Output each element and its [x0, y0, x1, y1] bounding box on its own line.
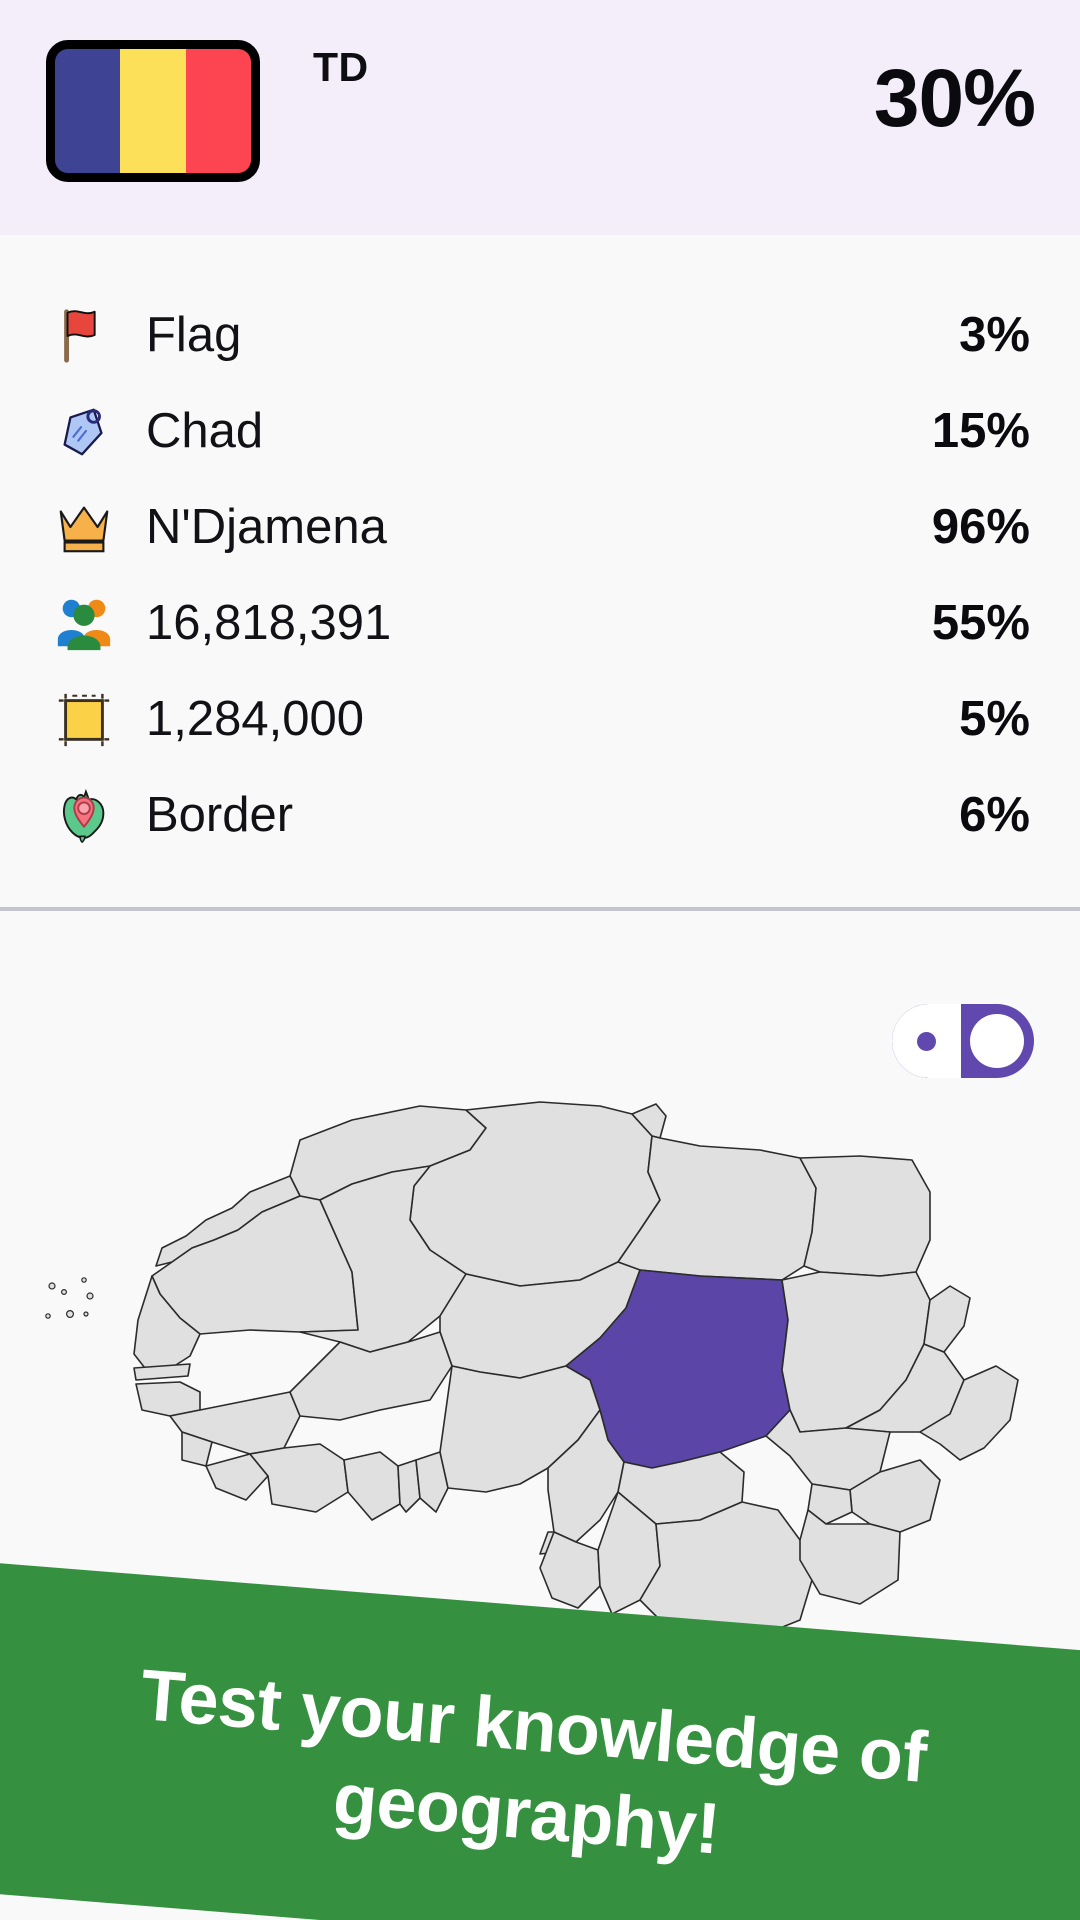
- promo-banner-text: Test your knowledge of geography!: [29, 1644, 1030, 1898]
- stat-percent: 3%: [959, 307, 1030, 363]
- stat-percent: 96%: [932, 499, 1030, 555]
- region-gabon: [540, 1532, 600, 1608]
- stat-label: Chad: [146, 403, 932, 459]
- map-style-toggle[interactable]: [892, 1004, 1034, 1078]
- region-cape-verde-1: [49, 1283, 55, 1289]
- toggle-knob[interactable]: [970, 1014, 1024, 1068]
- stat-label: 16,818,391: [146, 595, 932, 651]
- region-cape-verde-4: [87, 1293, 93, 1299]
- people-group-icon: [46, 585, 122, 661]
- stat-label: Border: [146, 787, 959, 843]
- region-guinea-bissau: [136, 1382, 200, 1416]
- stat-percent: 15%: [932, 403, 1030, 459]
- stat-percent: 55%: [932, 595, 1030, 651]
- africa-map[interactable]: [0, 1080, 1080, 1640]
- region-cape-verde-7: [84, 1312, 88, 1316]
- stat-row-border[interactable]: Border 6%: [0, 767, 1080, 863]
- africa-map-svg: [0, 1080, 1080, 1640]
- header: TD 30%: [0, 0, 1080, 235]
- app-root: TD 30% Flag 3% Chad 15%: [0, 0, 1080, 1920]
- flag-band-red: [186, 49, 251, 173]
- stat-label: 1,284,000: [146, 691, 959, 747]
- region-cape-verde-6: [46, 1314, 50, 1318]
- stat-percent: 6%: [959, 787, 1030, 843]
- map-location-icon: [46, 777, 122, 853]
- stat-label: N'Djamena: [146, 499, 932, 555]
- region-cape-verde-2: [62, 1290, 67, 1295]
- country-code-label: TD: [313, 44, 369, 91]
- stats-list: Flag 3% Chad 15% N'Djamena 96: [0, 235, 1080, 911]
- region-egypt: [800, 1156, 930, 1276]
- label-tag-icon: [46, 393, 122, 469]
- stat-row-capital[interactable]: N'Djamena 96%: [0, 479, 1080, 575]
- region-ghana: [344, 1452, 400, 1520]
- overall-percent: 30%: [874, 52, 1035, 146]
- flag-band-yellow: [120, 49, 185, 173]
- triangular-flag-icon: [46, 297, 122, 373]
- toggle-track-off-side: [892, 1004, 961, 1078]
- stat-row-country-name[interactable]: Chad 15%: [0, 383, 1080, 479]
- toggle-indicator-dot: [917, 1032, 936, 1051]
- stat-row-area[interactable]: 1,284,000 5%: [0, 671, 1080, 767]
- stat-row-population[interactable]: 16,818,391 55%: [0, 575, 1080, 671]
- crown-icon: [46, 489, 122, 565]
- region-eritrea: [924, 1286, 970, 1352]
- region-cape-verde-5: [67, 1311, 74, 1318]
- stat-percent: 5%: [959, 691, 1030, 747]
- area-square-icon: [46, 681, 122, 757]
- region-cape-verde-3: [82, 1278, 86, 1282]
- region-gambia: [134, 1364, 190, 1380]
- flag-chad-icon: [46, 40, 260, 182]
- stat-label: Flag: [146, 307, 959, 363]
- flag-band-blue: [55, 49, 120, 173]
- stat-row-flag[interactable]: Flag 3%: [0, 287, 1080, 383]
